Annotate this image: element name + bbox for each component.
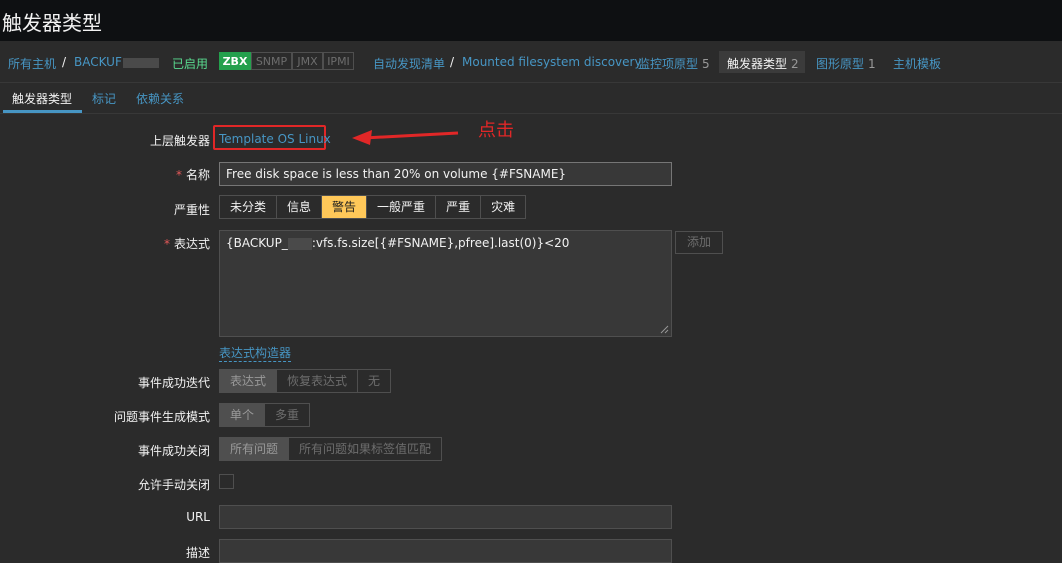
protocol-jmx: JMX bbox=[292, 52, 323, 70]
ok-close-label: 事件成功关闭 bbox=[137, 444, 210, 458]
expression-suffix: :vfs.fs.size[{#FSNAME},pfree].last(0)}<2… bbox=[311, 236, 570, 250]
required-asterisk: * bbox=[163, 237, 170, 251]
severity-selector: 未分类 信息 警告 一般严重 严重 灾难 bbox=[219, 195, 527, 219]
problem-mode-label: 问题事件生成模式 bbox=[113, 410, 210, 424]
tab-dependencies[interactable]: 依赖关系 bbox=[136, 90, 184, 107]
severity-option-high[interactable]: 严重 bbox=[435, 195, 482, 219]
problem-mode-option-multiple[interactable]: 多重 bbox=[264, 403, 311, 427]
expression-label-text: 表达式 bbox=[173, 237, 210, 251]
nav-trigger-prototypes[interactable]: 触发器类型 2 bbox=[727, 55, 799, 72]
nav-graph-prototypes-label[interactable]: 图形原型 bbox=[816, 57, 864, 71]
expression-textarea[interactable]: {BACKUP_ :vfs.fs.size[{#FSNAME},pfree].la… bbox=[219, 230, 672, 337]
breadcrumb-host[interactable]: BACKUF bbox=[74, 55, 159, 69]
resize-handle-icon[interactable] bbox=[660, 325, 669, 334]
protocol-snmp: SNMP bbox=[251, 52, 292, 70]
tab-tags[interactable]: 标记 bbox=[92, 90, 116, 107]
annotation-click-note: 点击 bbox=[478, 120, 514, 141]
ok-event-option-recovery-expression[interactable]: 恢复表达式 bbox=[276, 369, 359, 393]
severity-label: 严重性 bbox=[173, 203, 210, 217]
annotation-arrow-icon bbox=[352, 130, 459, 145]
ok-close-selector: 所有问题 所有问题如果标签值匹配 bbox=[219, 437, 443, 461]
url-input[interactable] bbox=[219, 505, 672, 529]
severity-option-disaster[interactable]: 灾难 bbox=[480, 195, 527, 219]
nav-item-prototypes-label[interactable]: 监控项原型 bbox=[638, 57, 698, 71]
description-textarea[interactable] bbox=[219, 539, 672, 563]
nav-item-prototypes-count: 5 bbox=[702, 57, 710, 71]
problem-mode-option-single[interactable]: 单个 bbox=[219, 403, 266, 427]
expression-label: * 表达式 bbox=[164, 235, 210, 252]
severity-option-average[interactable]: 一般严重 bbox=[366, 195, 437, 219]
severity-option-information[interactable]: 信息 bbox=[276, 195, 323, 219]
breadcrumb-discovery-list[interactable]: 自动发现清单 bbox=[373, 55, 445, 72]
ok-close-option-tag-match[interactable]: 所有问题如果标签值匹配 bbox=[288, 437, 443, 461]
name-label-text: 名称 bbox=[185, 168, 210, 182]
url-label: URL bbox=[186, 510, 210, 524]
active-tab-indicator bbox=[3, 110, 82, 113]
breadcrumb-separator: / bbox=[450, 55, 455, 69]
ok-event-option-expression[interactable]: 表达式 bbox=[219, 369, 278, 393]
parent-trigger-link[interactable]: Template OS Linux bbox=[219, 132, 331, 146]
nav-trigger-prototypes-count: 2 bbox=[791, 57, 799, 71]
nav-graph-prototypes-count: 1 bbox=[868, 57, 876, 71]
expression-prefix: {BACKUP_ bbox=[226, 236, 288, 250]
ok-close-option-all-problems[interactable]: 所有问题 bbox=[219, 437, 290, 461]
host-status[interactable]: 已启用 bbox=[172, 55, 208, 72]
add-expression-button[interactable]: 添加 bbox=[675, 231, 723, 254]
required-asterisk: * bbox=[175, 168, 182, 182]
ok-event-generation-label: 事件成功迭代 bbox=[137, 376, 210, 390]
header-bar: 触发器类型 bbox=[0, 0, 1062, 41]
ok-event-generation-selector: 表达式 恢复表达式 无 bbox=[219, 369, 392, 393]
protocol-zbx: ZBX bbox=[219, 52, 251, 70]
host-name[interactable]: BACKUF bbox=[74, 55, 122, 69]
breadcrumb-separator: / bbox=[62, 55, 67, 69]
ok-event-option-none[interactable]: 无 bbox=[357, 369, 392, 393]
nav-trigger-prototypes-label[interactable]: 触发器类型 bbox=[727, 57, 787, 71]
name-input[interactable]: Free disk space is less than 20% on volu… bbox=[219, 162, 672, 186]
parent-trigger-label: 上层触发器 bbox=[149, 134, 210, 148]
redacted-mark bbox=[287, 237, 312, 250]
problem-mode-selector: 单个 多重 bbox=[219, 403, 311, 427]
manual-close-label: 允许手动关闭 bbox=[137, 478, 210, 492]
redacted-mark bbox=[122, 57, 159, 68]
name-label: * 名称 bbox=[176, 166, 210, 183]
manual-close-checkbox[interactable] bbox=[219, 474, 234, 489]
tab-trigger[interactable]: 触发器类型 bbox=[12, 90, 72, 107]
description-label: 描述 bbox=[185, 546, 210, 560]
breadcrumb-discovery-rule[interactable]: Mounted filesystem discovery bbox=[462, 55, 642, 69]
severity-option-not-classified[interactable]: 未分类 bbox=[219, 195, 278, 219]
expression-builder-link[interactable]: 表达式构造器 bbox=[219, 344, 292, 362]
page-title: 触发器类型 bbox=[2, 11, 102, 35]
nav-graph-prototypes[interactable]: 图形原型 1 bbox=[816, 55, 876, 72]
severity-option-warning[interactable]: 警告 bbox=[321, 195, 368, 219]
nav-host-templates[interactable]: 主机模板 bbox=[893, 55, 941, 72]
breadcrumb-all-hosts[interactable]: 所有主机 bbox=[8, 55, 56, 72]
nav-item-prototypes[interactable]: 监控项原型 5 bbox=[638, 55, 710, 72]
protocol-ipmi: IPMI bbox=[323, 52, 354, 70]
